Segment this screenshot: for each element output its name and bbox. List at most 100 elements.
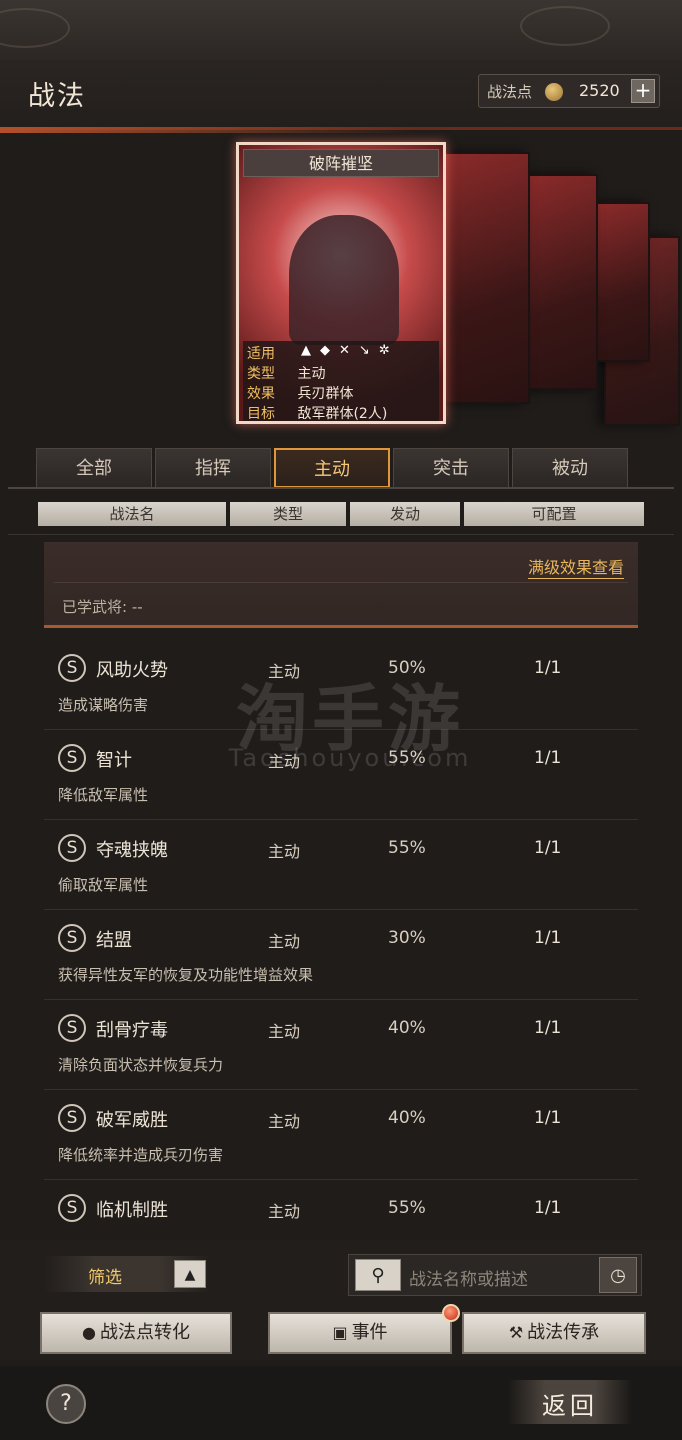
divider	[54, 582, 628, 583]
tactic-config-count: 1/1	[534, 838, 562, 858]
tactic-config-count: 1/1	[534, 1198, 562, 1218]
tactic-trigger-rate: 55%	[388, 748, 426, 768]
tactic-trigger-rate: 50%	[388, 658, 426, 678]
tactic-description: 造成谋略伤害	[58, 696, 149, 714]
search-icon: ⚲	[371, 1265, 385, 1286]
tactic-type: 主动	[268, 932, 301, 951]
card-title: 破阵摧坚	[308, 154, 373, 173]
filter-label: 筛选	[88, 1268, 122, 1288]
warrior-illustration	[289, 215, 399, 345]
points-label: 战法点	[487, 83, 533, 101]
info-key: 类型	[247, 366, 275, 382]
side-card[interactable]	[528, 174, 598, 390]
points-value: 2520	[579, 81, 620, 100]
side-card[interactable]	[444, 152, 530, 404]
side-card[interactable]	[596, 202, 650, 362]
tactic-trigger-rate: 55%	[388, 1198, 426, 1218]
coin-icon	[545, 83, 563, 101]
search-input[interactable]: 战法名称或描述	[409, 1265, 528, 1290]
inherit-label: 战法传承	[527, 1322, 600, 1343]
info-key: 目标	[247, 406, 275, 422]
tactic-name: 刮骨疗毒	[96, 1020, 168, 1041]
convert-points-button[interactable]: ● 战法点转化	[40, 1312, 232, 1354]
event-button[interactable]: ▣ 事件	[268, 1312, 452, 1354]
grade-badge: S	[58, 1104, 86, 1132]
grade-badge: S	[58, 654, 86, 682]
footer: ? 返回	[0, 1366, 682, 1440]
info-key: 效果	[247, 386, 275, 402]
tactic-row[interactable]: S 刮骨疗毒 主动 40% 1/1 清除负面状态并恢复兵力	[44, 1000, 638, 1090]
tactic-config-count: 1/1	[534, 658, 562, 678]
tactic-name: 风助火势	[96, 660, 168, 681]
help-button[interactable]: ?	[46, 1384, 86, 1424]
tab-assault[interactable]: 突击	[393, 448, 509, 488]
info-value: 敌军群体(2人)	[297, 406, 388, 422]
back-label: 返回	[542, 1392, 598, 1420]
tactic-row[interactable]: S 智计 主动 55% 1/1 降低敌军属性	[44, 730, 638, 820]
inherit-button[interactable]: ⚒ 战法传承	[462, 1312, 646, 1354]
tab-passive[interactable]: 被动	[512, 448, 628, 488]
back-button[interactable]: 返回	[508, 1380, 632, 1424]
hammer-icon: ⚒	[508, 1323, 524, 1342]
tactic-row[interactable]: S 破军威胜 主动 40% 1/1 降低统率并造成兵刃伤害	[44, 1090, 638, 1180]
info-row-applies: 适用 ▲ ◆ ✕ ↘ ✲	[247, 343, 390, 363]
grade-badge: S	[58, 1014, 86, 1042]
info-row-type: 类型 主动	[247, 363, 325, 383]
tactic-config-count: 1/1	[534, 928, 562, 948]
tab-active[interactable]: 主动	[274, 448, 390, 488]
tab-all[interactable]: 全部	[36, 448, 152, 488]
tactic-type: 主动	[268, 752, 301, 771]
wheel-icon: ✲	[378, 343, 390, 358]
column-headers: 战法名 类型 发动 可配置	[38, 502, 644, 526]
col-header-configurable[interactable]: 可配置	[464, 502, 644, 526]
tactic-config-count: 1/1	[534, 1108, 562, 1128]
tactic-trigger-rate: 55%	[388, 838, 426, 858]
search-button[interactable]: ⚲	[355, 1259, 401, 1291]
tactic-trigger-rate: 40%	[388, 1018, 426, 1038]
info-value: 主动	[297, 366, 326, 382]
tactic-row[interactable]: S 夺魂挟魄 主动 55% 1/1 偷取敌军属性	[44, 820, 638, 910]
tactic-name: 结盟	[96, 930, 132, 951]
tactic-type: 主动	[268, 1112, 301, 1131]
tactic-name: 临机制胜	[96, 1200, 168, 1221]
tactic-detail-panel: 满级效果查看 已学武将: --	[44, 542, 638, 628]
event-label: 事件	[351, 1322, 388, 1343]
tab-underline	[8, 487, 674, 489]
col-header-name[interactable]: 战法名	[38, 502, 226, 526]
tactic-type: 主动	[268, 842, 301, 861]
clock-icon: ◷	[610, 1265, 626, 1286]
card-carousel[interactable]: 破阵摧坚 适用 ▲ ◆ ✕ ↘ ✲ 类型 主动 效果 兵刃群体 目标 敌军群体(…	[0, 136, 682, 436]
tactic-name: 智计	[96, 750, 132, 771]
info-row-effect: 效果 兵刃群体	[247, 383, 353, 403]
add-points-button[interactable]: +	[631, 79, 655, 103]
troop-type-icons: ▲ ◆ ✕ ↘ ✲	[301, 343, 390, 363]
tactic-type: 主动	[268, 1202, 301, 1221]
page-title: 战法	[28, 81, 86, 112]
tactic-row[interactable]: S 风助火势 主动 50% 1/1 造成谋略伤害	[44, 640, 638, 730]
header: 战法 战法点 2520 +	[0, 60, 682, 133]
col-header-type[interactable]: 类型	[230, 502, 346, 526]
selected-tactic-card[interactable]: 破阵摧坚 适用 ▲ ◆ ✕ ↘ ✲ 类型 主动 效果 兵刃群体 目标 敌军群体(…	[236, 142, 446, 424]
spear-icon: ↘	[358, 343, 370, 358]
tactic-row[interactable]: S 结盟 主动 30% 1/1 获得异性友军的恢复及功能性增益效果	[44, 910, 638, 1000]
search-box: ⚲ 战法名称或描述 ◷	[348, 1254, 642, 1296]
history-button[interactable]: ◷	[599, 1257, 637, 1293]
tactic-name: 夺魂挟魄	[96, 840, 168, 861]
col-header-trigger[interactable]: 发动	[350, 502, 460, 526]
grade-badge: S	[58, 744, 86, 772]
notification-badge	[442, 1304, 460, 1322]
tactic-trigger-rate: 40%	[388, 1108, 426, 1128]
convert-points-label: 战法点转化	[99, 1322, 190, 1343]
grade-badge: S	[58, 924, 86, 952]
filter-control[interactable]: 筛选 ▲	[44, 1256, 210, 1292]
cloud-ornament	[0, 8, 70, 48]
divider	[8, 534, 674, 535]
tactic-description: 偷取敌军属性	[58, 876, 149, 894]
tactic-list[interactable]: S 风助火势 主动 50% 1/1 造成谋略伤害 S 智计 主动 55% 1/1…	[44, 640, 638, 1234]
filter-toggle-button[interactable]: ▲	[174, 1260, 206, 1288]
tactic-type: 主动	[268, 1022, 301, 1041]
tab-command[interactable]: 指挥	[155, 448, 271, 488]
cavalry-icon: ▲	[301, 343, 311, 358]
max-level-effect-link[interactable]: 满级效果查看	[527, 554, 624, 579]
tactic-row[interactable]: S 临机制胜 主动 55% 1/1	[44, 1180, 638, 1234]
